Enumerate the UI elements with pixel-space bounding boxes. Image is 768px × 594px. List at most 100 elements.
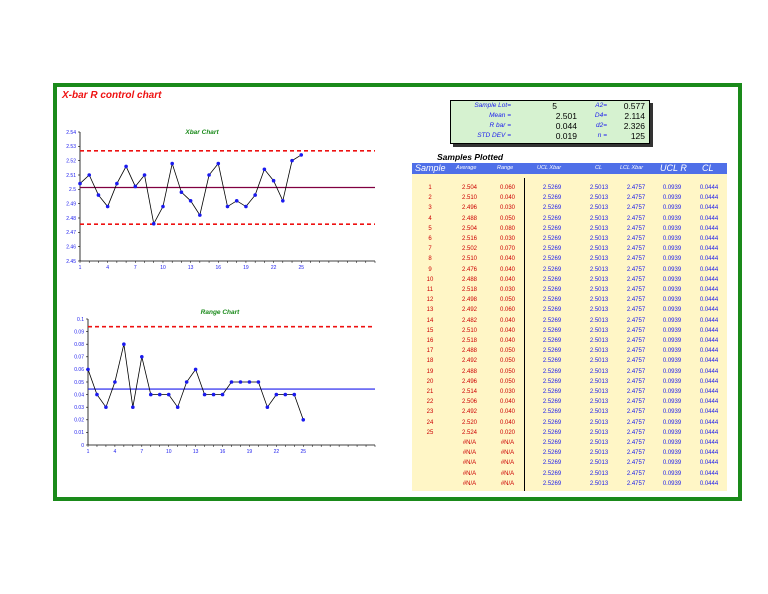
sample-lot-label: Sample Lot= bbox=[474, 102, 511, 109]
lcl-xbar-cell: 2.4757 bbox=[626, 470, 646, 477]
average-cell: 2.488 bbox=[461, 368, 477, 375]
header-cl-r: CL bbox=[702, 163, 714, 173]
lcl-xbar-cell: 2.4757 bbox=[626, 348, 646, 355]
cl-r-cell: 0.0444 bbox=[699, 225, 719, 232]
d4-value: 2.114 bbox=[624, 111, 645, 121]
cl-r-cell: 0.0444 bbox=[699, 399, 719, 406]
y-tick-label: 0.02 bbox=[74, 418, 84, 424]
ucl-r-cell: 0.0939 bbox=[662, 256, 682, 263]
data-point bbox=[166, 392, 171, 397]
table-row: #N/A #N/A 2.5269 2.5013 2.4757 0.0939 0.0444 bbox=[412, 459, 727, 469]
cl-xbar-cell: 2.5013 bbox=[589, 358, 609, 365]
data-point bbox=[256, 380, 261, 384]
ucl-r-cell: 0.0939 bbox=[662, 205, 682, 212]
y-tick-label: 2.52 bbox=[66, 158, 76, 164]
x-tick-label: 7 bbox=[134, 265, 137, 271]
ucl-xbar-cell: 2.5269 bbox=[542, 409, 562, 416]
cl-xbar-cell: 2.5013 bbox=[589, 266, 609, 273]
ucl-xbar-cell: 2.5269 bbox=[542, 307, 562, 314]
y-tick-label: 2.53 bbox=[66, 144, 76, 150]
lcl-xbar-cell: 2.4757 bbox=[626, 225, 646, 232]
sample-cell: 16 bbox=[426, 338, 434, 344]
data-point bbox=[198, 213, 202, 217]
ucl-r-cell: 0.0939 bbox=[662, 266, 682, 273]
cl-r-cell: 0.0444 bbox=[699, 327, 719, 334]
average-cell: 2.476 bbox=[461, 266, 477, 273]
cl-r-cell: 0.0444 bbox=[699, 256, 719, 263]
sample-cell: 6 bbox=[428, 236, 432, 242]
cl-xbar-cell: 2.5013 bbox=[589, 460, 609, 467]
data-point bbox=[299, 153, 304, 157]
data-point bbox=[193, 367, 198, 372]
data-point bbox=[290, 158, 294, 163]
ucl-xbar-cell: 2.5269 bbox=[542, 185, 562, 191]
range-cell: 0.040 bbox=[499, 317, 515, 324]
lcl-xbar-cell: 2.4757 bbox=[626, 480, 646, 487]
ucl-xbar-cell: 2.5269 bbox=[542, 287, 562, 293]
ucl-xbar-cell: 2.5269 bbox=[542, 450, 562, 457]
y-tick-label: 2.45 bbox=[66, 259, 76, 265]
x-tick-label: 4 bbox=[106, 265, 109, 271]
ucl-r-cell: 0.0939 bbox=[662, 225, 682, 232]
std-label: STD DEV = bbox=[477, 132, 511, 139]
ucl-r-cell: 0.0939 bbox=[662, 358, 682, 365]
range-cell: 0.030 bbox=[499, 205, 515, 212]
cl-xbar-cell: 2.5013 bbox=[589, 327, 609, 334]
data-point bbox=[184, 380, 189, 384]
sample-lot-value: 5 bbox=[552, 101, 557, 111]
ucl-xbar-cell: 2.5269 bbox=[542, 429, 562, 436]
data-point bbox=[124, 164, 128, 169]
cl-r-cell: 0.0444 bbox=[699, 307, 719, 314]
range-cell: 0.040 bbox=[499, 256, 515, 263]
x-tick-label: 25 bbox=[300, 449, 306, 455]
average-cell: 2.498 bbox=[461, 297, 477, 304]
header-range: Range bbox=[497, 165, 514, 171]
cl-r-cell: 0.0444 bbox=[699, 195, 719, 202]
x-tick-label: 16 bbox=[216, 265, 222, 271]
cl-xbar-cell: 2.5013 bbox=[589, 429, 609, 436]
cl-xbar-cell: 2.5013 bbox=[589, 409, 609, 416]
sample-cell: 21 bbox=[426, 389, 434, 395]
cl-r-cell: 0.0444 bbox=[699, 368, 719, 375]
header-average: Average bbox=[456, 165, 477, 171]
data-point bbox=[131, 405, 135, 409]
data-point bbox=[113, 380, 117, 384]
lcl-xbar-cell: 2.4757 bbox=[626, 287, 646, 293]
ucl-xbar-cell: 2.5269 bbox=[542, 460, 562, 467]
table-row: 15 2.510 0.040 2.5269 2.5013 2.4757 0.0939 0.04… bbox=[412, 327, 727, 337]
ucl-r-cell: 0.0939 bbox=[662, 389, 682, 395]
y-tick-label: 2.54 bbox=[66, 130, 76, 136]
table-row: 12 2.498 0.050 2.5269 2.5013 2.4757 0.0939 0.04… bbox=[412, 296, 727, 306]
x-tick-label: 19 bbox=[247, 449, 253, 455]
data-point bbox=[104, 405, 108, 409]
samples-table-title: Samples Plotted bbox=[437, 152, 504, 162]
data-point bbox=[216, 161, 221, 166]
data-point bbox=[179, 190, 184, 194]
stats-box: Sample Lot= 5 Mean = 2.501 R bar = 0.044… bbox=[450, 100, 650, 144]
data-point bbox=[292, 392, 297, 397]
x-tick-label: 22 bbox=[274, 449, 280, 455]
sample-cell: 13 bbox=[426, 307, 434, 314]
y-tick-label: 2.47 bbox=[66, 230, 76, 236]
ucl-r-cell: 0.0939 bbox=[662, 327, 682, 334]
y-tick-label: 2.49 bbox=[66, 201, 76, 207]
sample-cell: 14 bbox=[426, 317, 434, 324]
cl-xbar-cell: 2.5013 bbox=[589, 450, 609, 457]
data-point bbox=[229, 380, 234, 384]
lcl-xbar-cell: 2.4757 bbox=[626, 236, 646, 242]
data-point bbox=[253, 193, 257, 197]
range-cell: 0.040 bbox=[499, 409, 515, 416]
range-cell: 0.050 bbox=[499, 378, 515, 385]
range-cell: 0.040 bbox=[499, 338, 515, 344]
chart-title: Xbar Chart bbox=[184, 129, 219, 136]
ucl-r-cell: 0.0939 bbox=[662, 276, 682, 283]
chart-title: Range Chart bbox=[201, 309, 240, 316]
cl-r-cell: 0.0444 bbox=[699, 409, 719, 416]
ucl-r-cell: 0.0939 bbox=[662, 440, 682, 446]
std-value: 0.019 bbox=[555, 131, 577, 141]
range-cell: 0.040 bbox=[499, 266, 515, 273]
lcl-xbar-cell: 2.4757 bbox=[626, 440, 646, 446]
ucl-xbar-cell: 2.5269 bbox=[542, 246, 562, 253]
average-cell: 2.520 bbox=[461, 419, 477, 426]
y-tick-label: 0.1 bbox=[77, 317, 84, 323]
